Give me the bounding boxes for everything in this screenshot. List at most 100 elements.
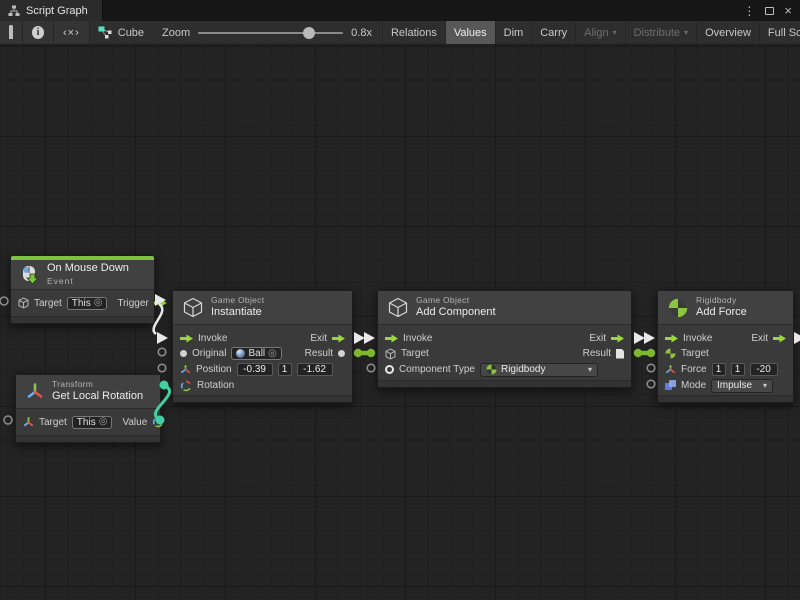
value-connections-toggle[interactable]: ‹×› [54,21,90,44]
exit-port-icon[interactable] [332,334,345,343]
force-y-field[interactable]: 1 [731,363,745,376]
invoke-port-icon[interactable] [180,334,193,343]
port-label-invoke: Invoke [198,333,227,344]
port-label-target: Target [401,348,429,359]
position-x-field[interactable]: -0.39 [237,363,273,376]
rigidbody-icon [668,298,688,318]
node-title: Get Local Rotation [52,390,143,404]
title-bar: Script Graph ⋮ × [0,0,800,21]
node-add-force[interactable]: Rigidbody Add Force Invoke Exit Target [657,290,794,403]
value-toggle-icon: ‹×› [63,27,80,39]
port-label-exit: Exit [751,333,768,344]
document-icon[interactable] [616,349,624,359]
game-object-icon[interactable] [18,297,29,309]
relations-button[interactable]: Relations [382,21,445,44]
tab-script-graph[interactable]: Script Graph [0,0,103,21]
game-object-icon[interactable] [385,348,396,360]
lock-icon [9,27,13,39]
node-title: Add Force [696,306,747,320]
rotation-icon[interactable] [180,380,192,392]
graph-toolbar: i ‹×› Cube Zoom 0.8x Relations Values Di… [0,21,800,45]
transform-axes-icon[interactable] [23,417,34,428]
exit-port-icon[interactable] [611,334,624,343]
node-header: On Mouse Down Event [11,260,154,290]
zoom-control: Zoom 0.8x [152,21,382,44]
full-screen-button[interactable]: Full Screen [759,21,800,44]
position-z-field[interactable]: -1.62 [297,363,333,376]
mode-icon[interactable] [665,380,676,391]
node-title: Add Component [416,306,496,320]
object-picker-icon[interactable]: ◎ [94,298,103,308]
port-label-trigger: Trigger [117,298,148,309]
port-label-result: Result [305,348,333,359]
port-label-original: Original [192,348,226,359]
node-header: Game Object Add Component [378,291,631,325]
port-label-value: Value [122,417,147,428]
zoom-slider[interactable] [198,32,343,34]
node-title: On Mouse Down [47,262,129,276]
lock-button[interactable] [0,21,23,44]
object-picker-icon[interactable]: ◎ [268,349,277,359]
rigidbody-icon [486,364,497,375]
chevron-down-icon: ▾ [588,365,592,374]
ring-icon[interactable] [385,365,394,374]
node-add-component[interactable]: Game Object Add Component Invoke Exit Ta… [377,290,632,388]
component-type-dropdown[interactable]: Rigidbody ▾ [480,363,598,377]
chevron-down-icon: ▾ [684,28,688,37]
position-axes-icon[interactable] [665,364,676,375]
port-label-result: Result [583,348,611,359]
values-button[interactable]: Values [445,21,495,44]
node-get-local-rotation[interactable]: Transform Get Local Rotation Target This… [15,374,161,443]
node-header: Game Object Instantiate [173,291,352,325]
cube-icon [183,297,203,318]
object-picker-icon[interactable]: ◎ [99,417,108,427]
port-label-target: Target [34,298,62,309]
force-x-field[interactable]: 1 [712,363,726,376]
node-category: Game Object [211,295,264,306]
chevron-down-icon: ▾ [613,28,617,37]
original-port-icon[interactable] [180,350,187,357]
info-button[interactable]: i [23,21,54,44]
graph-icon [8,5,20,17]
mode-dropdown[interactable]: Impulse ▾ [711,379,773,393]
node-instantiate[interactable]: Game Object Instantiate Invoke Exit Orig… [172,290,353,403]
align-button[interactable]: Align▾ [575,21,624,44]
original-object-chip[interactable]: Ball ◎ [231,347,281,360]
menu-icon[interactable]: ⋮ [743,5,755,17]
port-label-position: Position [196,364,232,375]
zoom-slider-handle[interactable] [303,27,315,39]
node-category: Transform [52,379,143,390]
distribute-button[interactable]: Distribute▾ [625,21,696,44]
position-axes-icon[interactable] [180,364,191,375]
graph-reference[interactable]: Cube [90,21,152,44]
port-label-invoke: Invoke [683,333,712,344]
invoke-port-icon[interactable] [665,334,678,343]
dim-button[interactable]: Dim [495,21,532,44]
exit-port-icon[interactable] [773,334,786,343]
port-label-component-type: Component Type [399,364,475,375]
zoom-value: 0.8x [351,27,372,39]
port-label-invoke: Invoke [403,333,432,344]
overview-button[interactable]: Overview [696,21,759,44]
graph-node-icon [98,26,112,39]
maximize-icon[interactable] [765,7,774,15]
node-header: Transform Get Local Rotation [16,375,160,409]
window-controls: ⋮ × [743,0,800,21]
node-title: Instantiate [211,306,264,320]
node-on-mouse-down[interactable]: On Mouse Down Event Target This ◎ Trigge… [10,255,155,324]
rigidbody-icon[interactable] [665,348,676,359]
result-port-icon[interactable] [338,350,345,357]
force-z-field[interactable]: -20 [750,363,778,376]
carry-button[interactable]: Carry [531,21,575,44]
invoke-port-icon[interactable] [385,334,398,343]
close-icon[interactable]: × [784,4,792,17]
target-object-chip[interactable]: This ◎ [67,297,108,310]
position-y-field[interactable]: 1 [278,363,292,376]
graph-name-label: Cube [118,27,144,39]
mouse-icon [21,265,39,284]
rotation-icon[interactable] [152,416,164,428]
target-object-chip[interactable]: This ◎ [72,416,113,429]
node-category: Game Object [416,295,496,306]
chevron-down-icon: ▾ [763,381,767,390]
port-label-mode: Mode [681,380,706,391]
